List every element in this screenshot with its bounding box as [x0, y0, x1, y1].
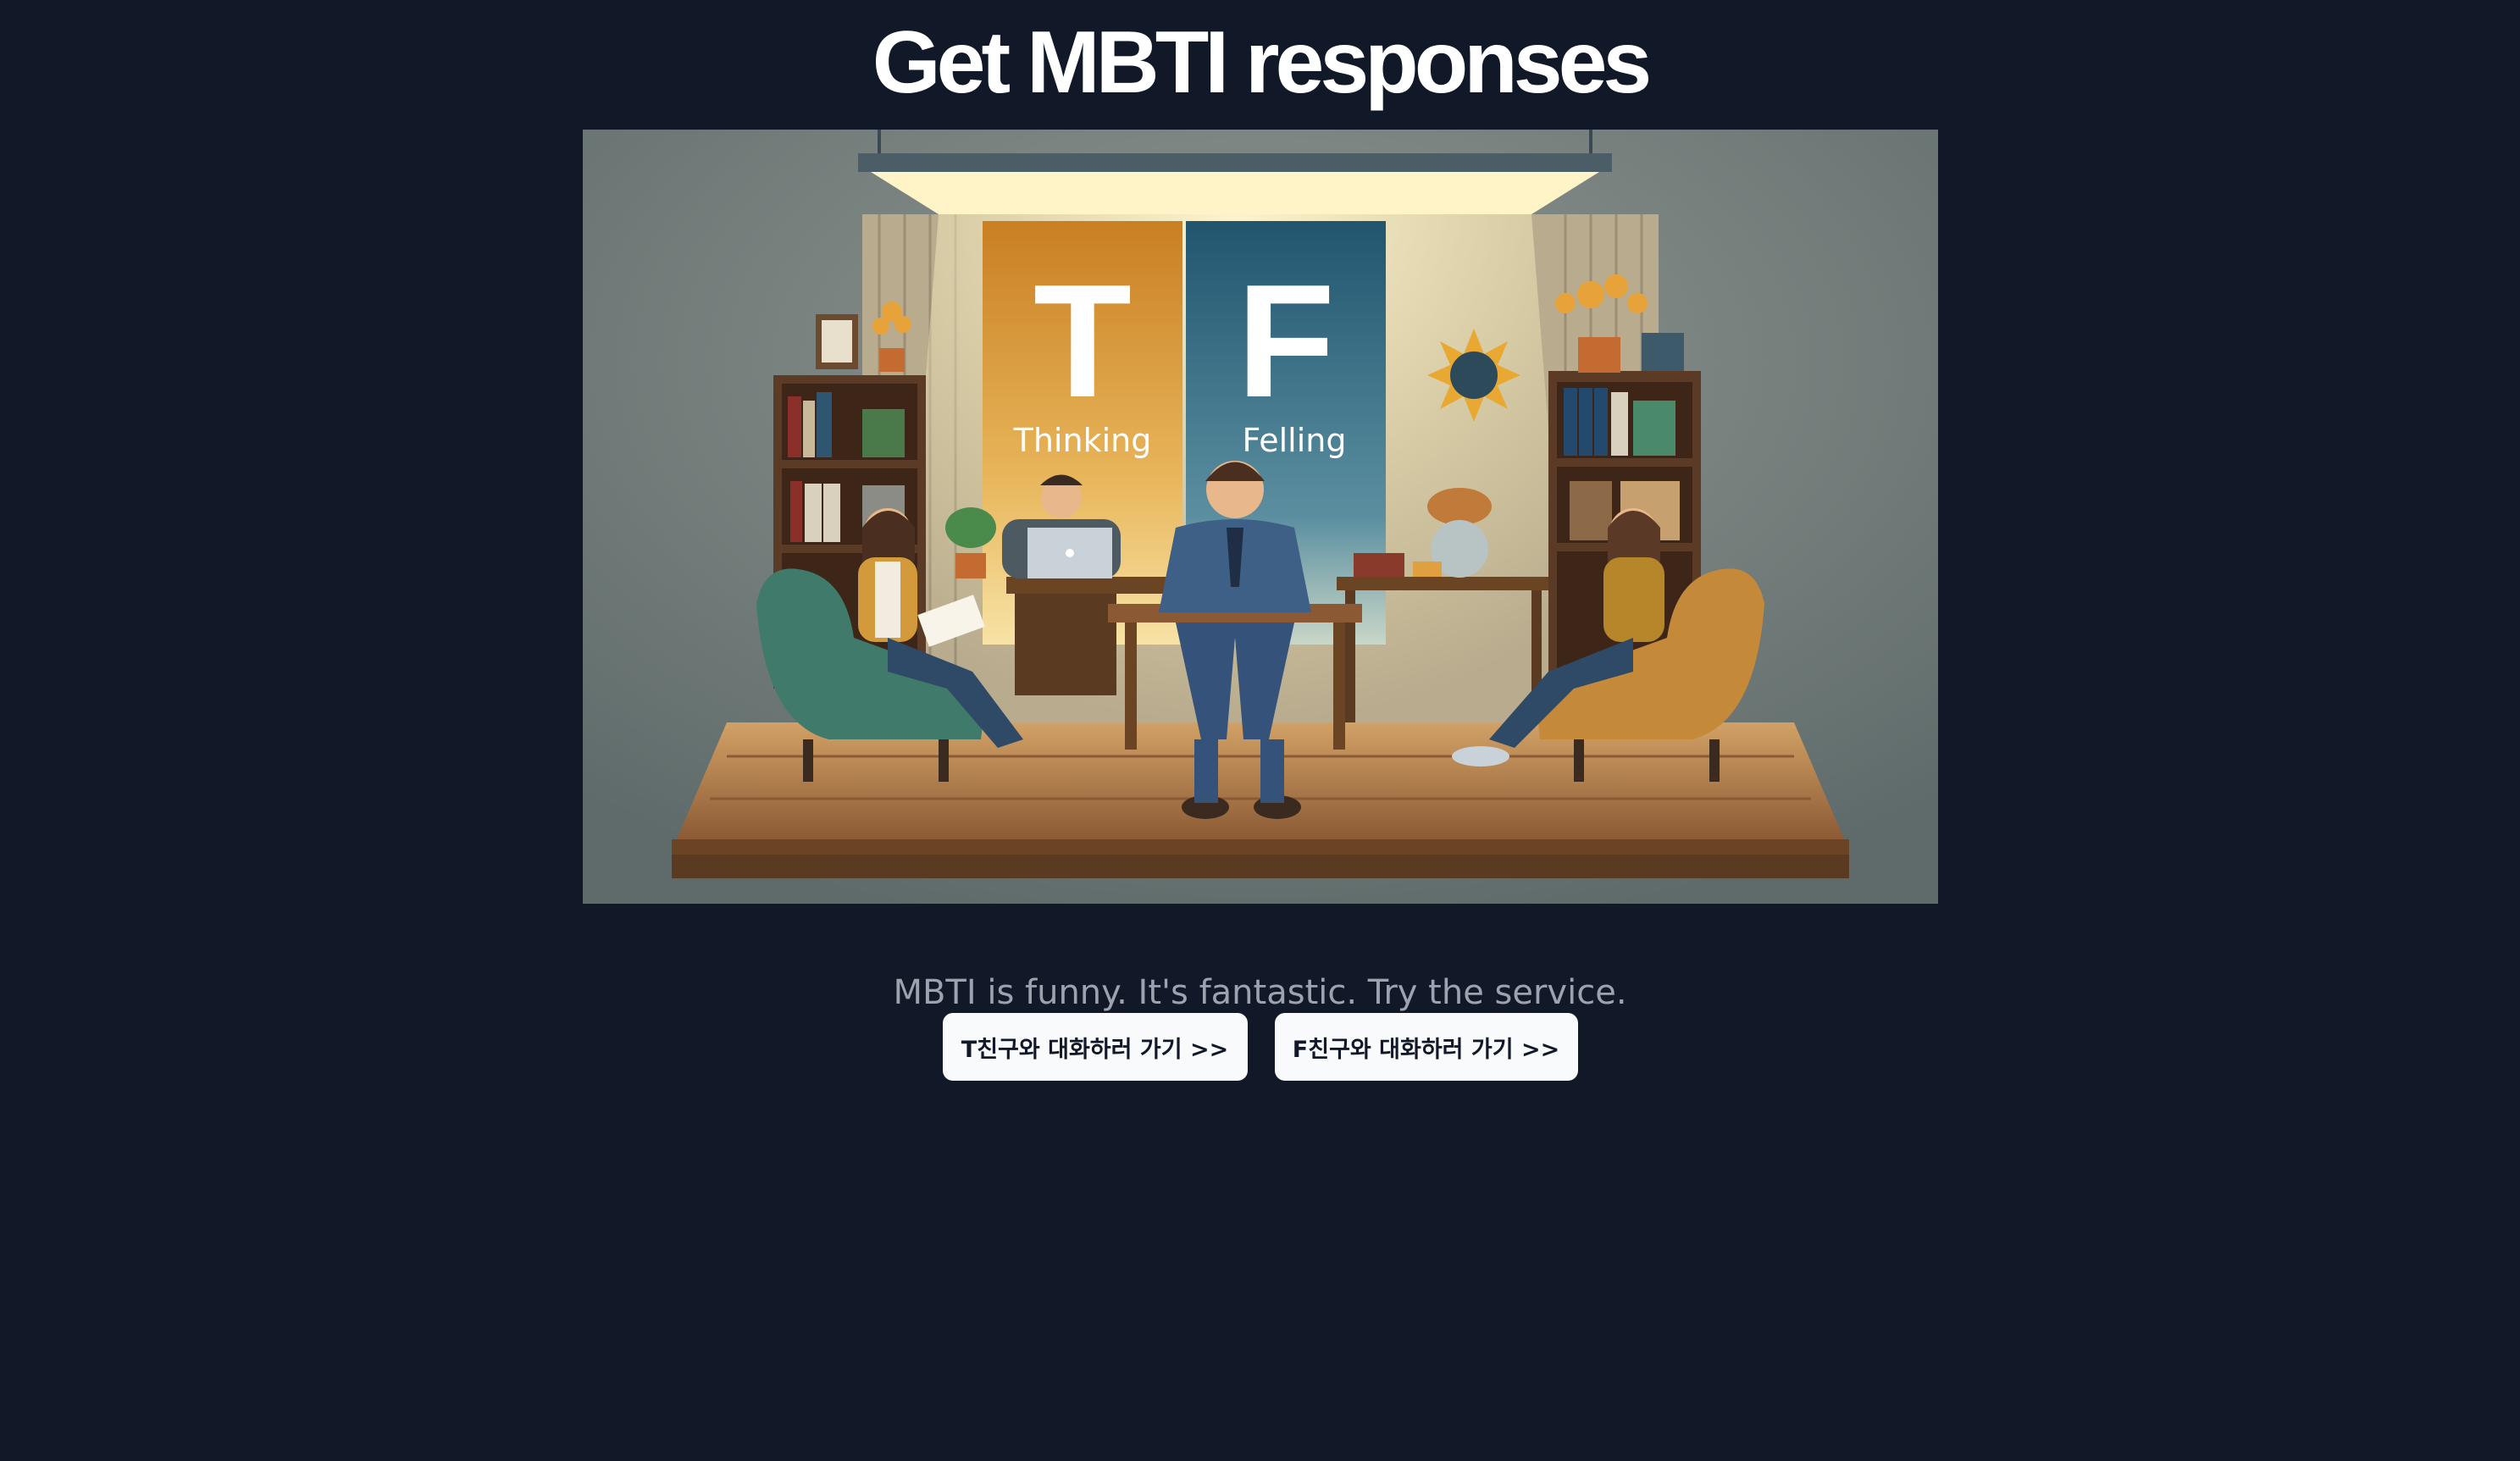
banner-f-letter: F — [1237, 252, 1335, 431]
page-title: Get MBTI responses — [872, 14, 1653, 112]
banner-t-word: Thinking — [1013, 422, 1152, 459]
page: Get MBTI responses T Thinking F Felling … — [0, 0, 2520, 1461]
hero-illustration: T Thinking F Felling — [583, 130, 1938, 904]
action-buttons: T친구와 대화하러 가기 >> F친구와 대화하러 가기 >> — [0, 1013, 2520, 1081]
t-friend-chat-button[interactable]: T친구와 대화하러 가기 >> — [942, 1013, 1248, 1081]
tagline: MBTI is funny. It's fantastic. Try the s… — [893, 973, 1627, 1012]
banner-f-word: Felling — [1242, 422, 1346, 459]
hero-scene: T Thinking F Felling — [583, 130, 1938, 904]
banner-t-letter: T — [1033, 252, 1132, 431]
sun-icon — [1427, 329, 1520, 422]
f-friend-chat-button[interactable]: F친구와 대화하러 가기 >> — [1274, 1013, 1578, 1081]
